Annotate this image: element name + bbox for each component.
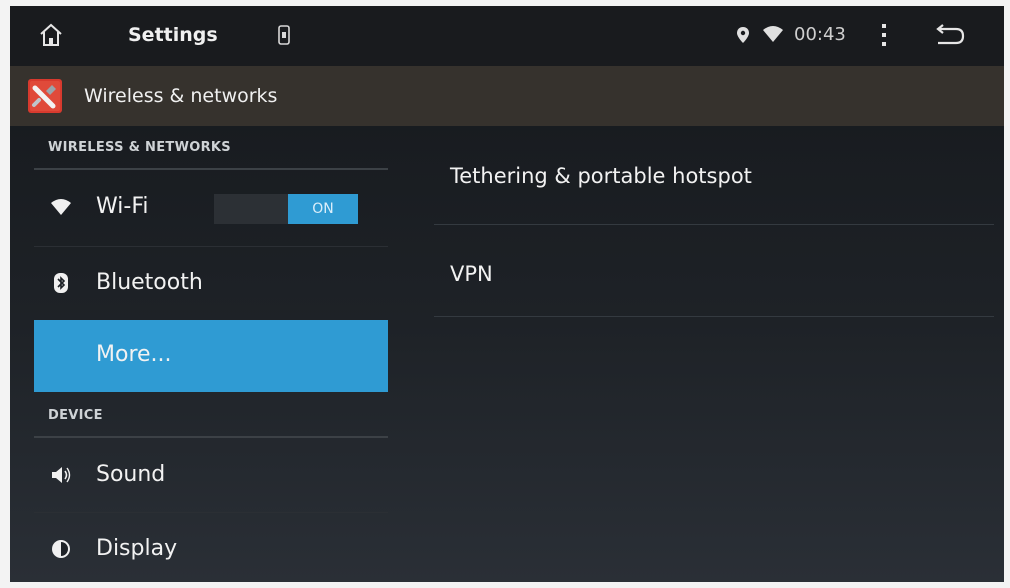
- divider: [434, 224, 994, 225]
- sim-icon: [278, 25, 290, 45]
- divider: [434, 316, 994, 317]
- detail-list: Tethering & portable hotspot VPN: [434, 126, 994, 582]
- home-icon[interactable]: [38, 22, 64, 48]
- divider: [34, 168, 388, 170]
- display-label: Display: [96, 536, 178, 561]
- back-icon[interactable]: [932, 24, 966, 48]
- list-item-sound[interactable]: Sound: [34, 440, 388, 512]
- list-item-display[interactable]: Display: [34, 514, 388, 582]
- bluetooth-icon: [54, 273, 68, 293]
- divider: [34, 246, 388, 247]
- divider: [34, 512, 388, 513]
- wifi-icon: [51, 199, 71, 215]
- wifi-label: Wi-Fi: [96, 194, 149, 219]
- settings-window: Settings 00:43 Wireless & networks WIREL…: [10, 6, 1004, 582]
- bluetooth-label: Bluetooth: [96, 270, 203, 295]
- section-header-device: DEVICE: [48, 408, 103, 423]
- vpn-label: VPN: [450, 262, 493, 286]
- screen: Settings 00:43 Wireless & networks WIREL…: [0, 0, 1010, 588]
- location-icon: [737, 27, 749, 43]
- list-item-vpn[interactable]: VPN: [434, 226, 994, 316]
- settings-app-icon: [28, 79, 62, 113]
- wifi-toggle[interactable]: ON: [214, 194, 358, 224]
- list-item-wifi[interactable]: Wi-Fi ON: [34, 172, 388, 244]
- app-title: Settings: [128, 24, 218, 46]
- action-bar: Wireless & networks: [10, 66, 1004, 126]
- overflow-menu-icon[interactable]: [880, 22, 888, 48]
- screen-title: Wireless & networks: [84, 85, 278, 107]
- sound-label: Sound: [96, 462, 166, 487]
- divider: [34, 436, 388, 438]
- section-header-wireless: WIRELESS & NETWORKS: [48, 140, 231, 155]
- wifi-signal-icon: [763, 26, 783, 42]
- tethering-label: Tethering & portable hotspot: [450, 164, 752, 188]
- list-item-bluetooth[interactable]: Bluetooth: [34, 248, 388, 320]
- list-item-tethering[interactable]: Tethering & portable hotspot: [434, 126, 994, 224]
- list-item-more[interactable]: More...: [34, 320, 388, 392]
- settings-header-list: WIRELESS & NETWORKS Wi-Fi ON Bluetooth M…: [34, 126, 388, 582]
- brightness-icon: [52, 540, 70, 558]
- clock: 00:43: [794, 24, 846, 45]
- speaker-icon: [52, 467, 71, 483]
- status-bar: Settings 00:43: [10, 6, 1004, 66]
- wifi-toggle-state: ON: [288, 194, 358, 224]
- more-label: More...: [96, 342, 172, 367]
